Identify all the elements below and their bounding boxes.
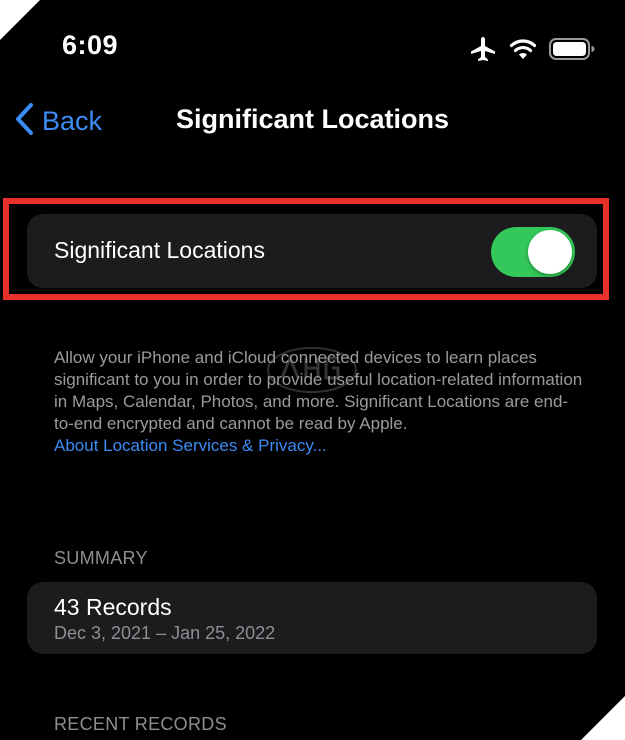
status-icons xyxy=(469,36,595,67)
significant-locations-toggle[interactable] xyxy=(491,227,575,277)
airplane-icon xyxy=(469,36,497,67)
description: Allow your iPhone and iCloud connected d… xyxy=(54,347,584,457)
summary-records: 43 Records xyxy=(54,594,172,620)
significant-locations-row: Significant Locations xyxy=(27,214,597,288)
summary-date-range: Dec 3, 2021 – Jan 25, 2022 xyxy=(54,623,276,643)
screen: 6:09 Back Significant Locations Signific… xyxy=(0,0,625,740)
summary-row[interactable]: 43 Records Dec 3, 2021 – Jan 25, 2022 xyxy=(27,582,597,654)
toggle-label: Significant Locations xyxy=(54,237,265,263)
summary-section-header: SUMMARY xyxy=(54,548,148,568)
corner-decoration xyxy=(581,696,625,740)
page-title-text: Significant Locations xyxy=(175,104,450,134)
page-title: Significant Locations xyxy=(0,104,625,135)
wifi-icon xyxy=(509,38,537,65)
recent-records-section-header: RECENT RECORDS xyxy=(54,714,227,734)
about-location-services-link[interactable]: About Location Services & Privacy... xyxy=(54,435,327,457)
status-time: 6:09 xyxy=(62,30,119,60)
description-text: Allow your iPhone and iCloud connected d… xyxy=(54,348,583,433)
toggle-knob xyxy=(528,230,572,274)
battery-icon xyxy=(549,38,595,65)
corner-decoration xyxy=(0,0,40,40)
